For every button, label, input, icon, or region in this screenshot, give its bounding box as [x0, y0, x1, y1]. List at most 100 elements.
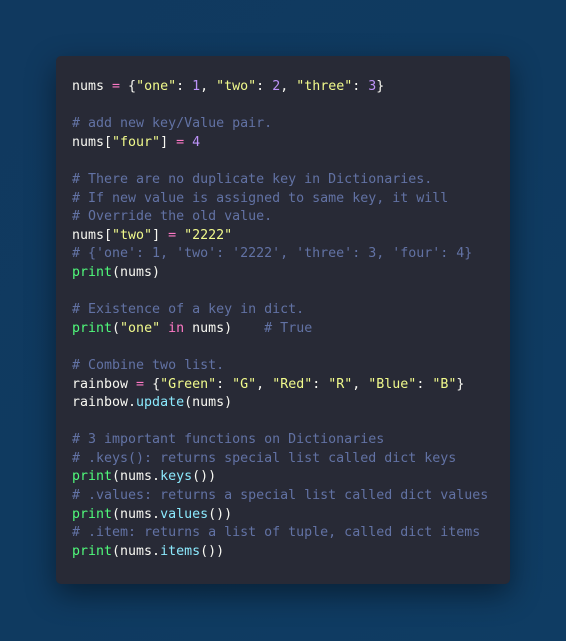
plain-token: ] — [152, 227, 169, 243]
plain-token: ( — [112, 320, 121, 336]
plain-token: rainbow. — [72, 395, 137, 411]
string-token: "two" — [112, 227, 153, 243]
comment-token: # There are no duplicate key in Dictiona… — [72, 171, 433, 187]
string-token: "Green" — [160, 376, 217, 392]
code-line: # If new value is assigned to same key, … — [72, 190, 488, 209]
plain-token: } — [456, 376, 465, 392]
code-line: rainbow = {"Green": "G", "Red": "R", "Bl… — [72, 376, 488, 395]
method-token: update — [136, 395, 185, 411]
plain-token: rainbow — [72, 376, 137, 392]
code-line: # Combine two list. — [72, 357, 488, 376]
plain-token: { — [120, 79, 137, 94]
plain-token: nums) — [184, 320, 265, 336]
code-line: # {'one': 1, 'two': '2222', 'three': 3, … — [72, 245, 488, 264]
plain-token: ()) — [200, 543, 225, 559]
code-line: # .keys(): returns special list called d… — [72, 450, 488, 469]
plain-token: : — [312, 376, 329, 392]
operator-token: = — [176, 134, 185, 150]
builtin-token: print — [72, 320, 113, 336]
plain-token: ()) — [192, 469, 217, 485]
string-token: "B" — [432, 376, 457, 392]
builtin-token: print — [72, 543, 113, 559]
plain-token: (nums. — [112, 543, 161, 559]
comment-token: # {'one': 1, 'two': '2222', 'three': 3, … — [72, 246, 473, 262]
plain-token: (nums. — [112, 506, 161, 522]
string-token: "one" — [120, 320, 161, 336]
comment-token: # Existence of a key in dict. — [72, 302, 305, 318]
string-token: "two" — [216, 79, 257, 94]
plain-token: (nums. — [112, 469, 161, 485]
code-line: # 3 important functions on Dictionaries — [72, 431, 488, 450]
code-line: # There are no duplicate key in Dictiona… — [72, 171, 488, 190]
code-block: nums = {"one": 1, "two": 2, "three": 3} #… — [72, 78, 488, 561]
string-token: "R" — [328, 376, 353, 392]
comment-token: # .values: returns a special list called… — [72, 488, 489, 504]
comment-token: # If new value is assigned to same key, … — [72, 190, 449, 206]
comment-token: # .keys(): returns special list called d… — [72, 450, 457, 466]
code-window: nums = {"one": 1, "two": 2, "three": 3} #… — [56, 56, 510, 584]
number-token: 2 — [272, 79, 281, 94]
plain-token: : — [352, 79, 369, 94]
plain-token: : — [256, 79, 273, 94]
comment-token: # Combine two list. — [72, 357, 225, 373]
comment-token: # Override the old value. — [72, 209, 273, 225]
code-line: nums = {"one": 1, "two": 2, "three": 3} — [72, 78, 488, 97]
string-token: "four" — [112, 134, 161, 150]
plain-token: (nums) — [112, 264, 161, 280]
code-line: print("one" in nums) # True — [72, 320, 488, 339]
plain-token: , — [352, 376, 369, 392]
string-token: "2222" — [184, 227, 233, 243]
method-token: items — [160, 543, 201, 559]
code-line: # .item: returns a list of tuple, called… — [72, 524, 488, 543]
operator-token: = — [168, 227, 177, 243]
plain-token: : — [176, 79, 193, 94]
comment-token: # 3 important functions on Dictionaries — [72, 432, 385, 448]
string-token: "Blue" — [368, 376, 417, 392]
code-line: # add new key/Value pair. — [72, 115, 488, 134]
plain-token: , — [256, 376, 273, 392]
string-token: "G" — [232, 376, 257, 392]
plain-token: : — [416, 376, 433, 392]
plain-token: , — [200, 79, 217, 94]
code-line: print(nums.keys()) — [72, 468, 488, 487]
code-line: print(nums) — [72, 264, 488, 283]
code-line: # Override the old value. — [72, 208, 488, 227]
builtin-token: print — [72, 469, 113, 485]
string-token: "Red" — [272, 376, 313, 392]
comment-token: # .item: returns a list of tuple, called… — [72, 525, 481, 541]
comment-token: # add new key/Value pair. — [72, 116, 273, 132]
string-token: "three" — [296, 79, 353, 94]
operator-token: = — [136, 376, 145, 392]
code-line: nums["two"] = "2222" — [72, 227, 488, 246]
operator-token: in — [168, 320, 185, 336]
plain-token: (nums) — [184, 395, 233, 411]
plain-token: { — [144, 376, 161, 392]
plain-token: , — [280, 79, 297, 94]
plain-token: nums — [72, 79, 113, 94]
comment-token: # True — [264, 320, 313, 336]
plain-token: ()) — [208, 506, 233, 522]
plain-token: } — [376, 79, 385, 94]
code-line: # Existence of a key in dict. — [72, 301, 488, 320]
plain-token: : — [216, 376, 233, 392]
plain-token: ] — [160, 134, 177, 150]
plain-token: nums[ — [72, 134, 113, 150]
string-token: "one" — [136, 79, 177, 94]
code-line: rainbow.update(nums) — [72, 394, 488, 413]
builtin-token: print — [72, 264, 113, 280]
number-token: 1 — [192, 79, 201, 94]
code-line: print(nums.values()) — [72, 506, 488, 525]
code-line: # .values: returns a special list called… — [72, 487, 488, 506]
code-line: print(nums.items()) — [72, 543, 488, 562]
method-token: keys — [160, 469, 193, 485]
code-line: nums["four"] = 4 — [72, 134, 488, 153]
operator-token: = — [112, 79, 121, 94]
